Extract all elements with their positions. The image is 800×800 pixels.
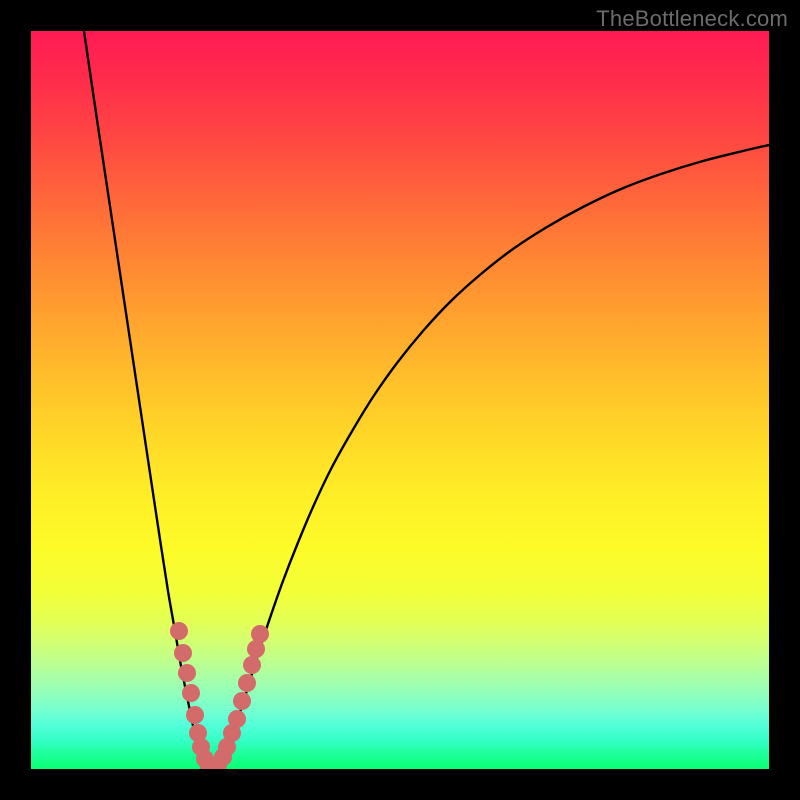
data-point-markers (170, 622, 269, 769)
data-point-marker (186, 706, 204, 724)
data-point-marker (170, 622, 188, 640)
plot-area (31, 31, 769, 769)
data-point-marker (174, 644, 192, 662)
watermark-text: TheBottleneck.com (596, 6, 788, 32)
data-point-marker (228, 710, 246, 728)
data-point-marker (233, 692, 251, 710)
data-point-marker (251, 625, 269, 643)
data-point-marker (178, 664, 196, 682)
data-point-marker (238, 674, 256, 692)
data-point-marker (243, 656, 261, 674)
curve-layer (31, 31, 769, 769)
outer-frame: TheBottleneck.com (0, 0, 800, 800)
data-point-marker (182, 684, 200, 702)
